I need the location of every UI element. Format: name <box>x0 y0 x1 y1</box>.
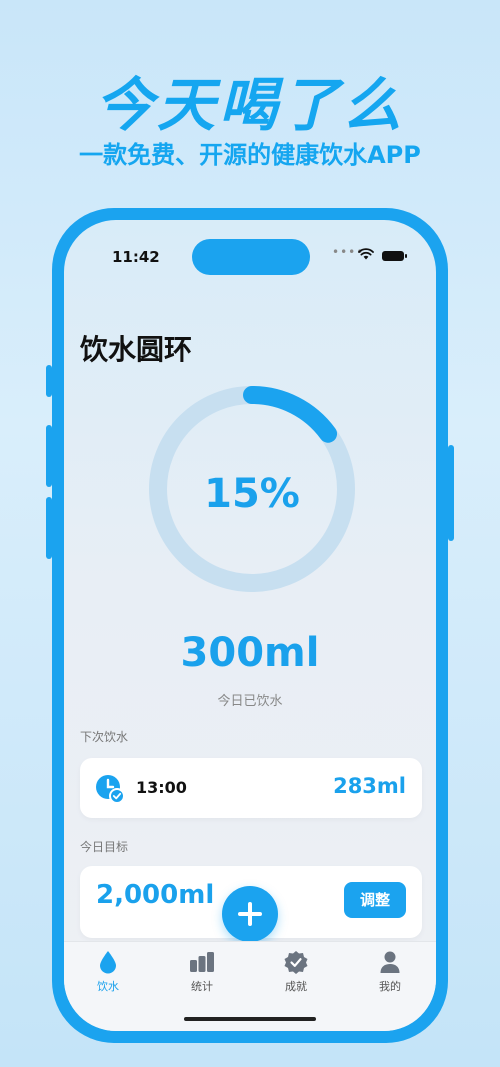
tab-profile[interactable]: 我的 <box>358 950 422 994</box>
water-drop-icon <box>100 951 116 974</box>
phone-side-button <box>448 445 454 541</box>
progress-ring-arc <box>243 386 338 443</box>
status-time: 11:42 <box>112 248 160 266</box>
hero-subtitle: 一款免费、开源的健康饮水APP <box>79 141 421 169</box>
status-bar: 11:42 •••• <box>64 220 436 280</box>
next-drink-amount: 283ml <box>333 774 406 798</box>
tab-water[interactable]: 饮水 <box>76 950 140 994</box>
next-drink-label: 下次饮水 <box>80 730 129 744</box>
tab-stats[interactable]: 统计 <box>170 950 234 994</box>
drunk-amount: 300ml <box>180 630 320 676</box>
adjust-goal-button[interactable]: 调整 <box>344 882 406 918</box>
bar-chart-icon <box>190 952 214 972</box>
home-indicator <box>184 1017 316 1021</box>
wifi-icon <box>358 248 374 260</box>
drunk-amount-label: 今日已饮水 <box>217 694 283 709</box>
next-drink-card[interactable]: 13:00 283ml <box>80 758 422 818</box>
tab-label: 饮水 <box>97 980 119 993</box>
goal-label: 今日目标 <box>80 840 129 854</box>
progress-percent: 15% <box>204 471 300 517</box>
tab-label: 成就 <box>285 980 307 993</box>
badge-check-icon <box>284 951 308 974</box>
user-icon <box>380 951 400 973</box>
page-title: 饮水圆环 <box>80 333 193 366</box>
tab-achievements[interactable]: 成就 <box>264 950 328 994</box>
next-drink-time: 13:00 <box>136 778 187 797</box>
battery-icon <box>382 251 407 261</box>
app-screen: 11:42 •••• 饮水圆环 15% 300ml 今日已饮水 下次饮水 13:… <box>64 220 436 1031</box>
phone-frame: 11:42 •••• 饮水圆环 15% 300ml 今日已饮水 下次饮水 13:… <box>52 208 448 1043</box>
dynamic-island <box>192 239 310 275</box>
goal-value: 2,000ml <box>96 880 215 910</box>
add-water-button[interactable] <box>222 886 278 942</box>
clock-check-icon <box>96 775 125 804</box>
hero-title: 今天喝了么 <box>94 71 405 139</box>
tab-label: 统计 <box>191 980 213 993</box>
tab-bar: 饮水 统计 成就 我的 <box>64 941 436 1031</box>
tab-label: 我的 <box>379 980 401 993</box>
